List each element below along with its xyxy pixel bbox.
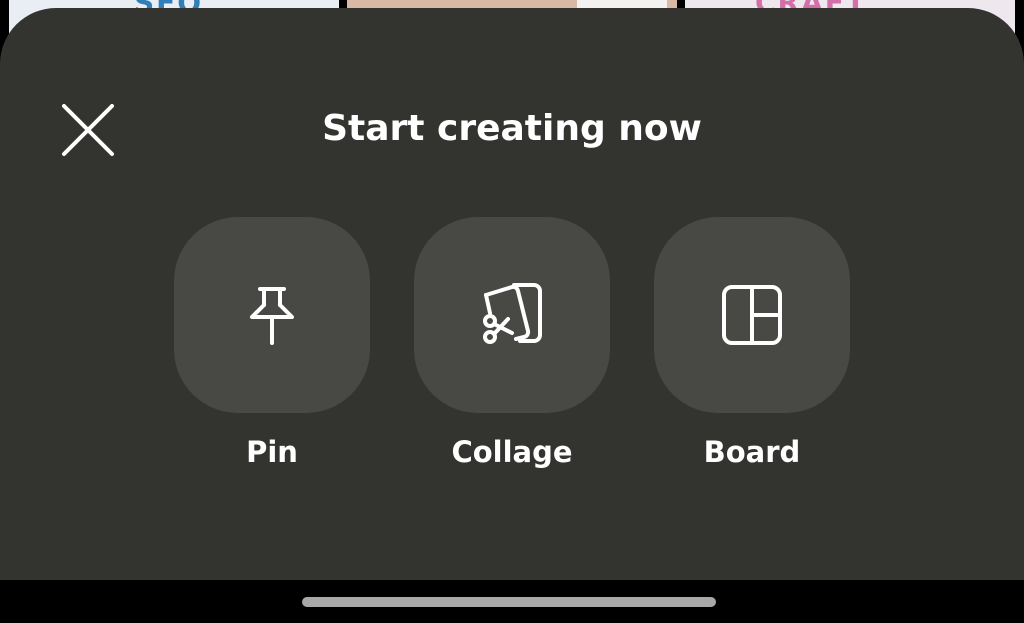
create-board-button[interactable] <box>654 217 850 413</box>
create-pin-button[interactable] <box>174 217 370 413</box>
create-pin-label: Pin <box>246 435 298 469</box>
create-collage-option[interactable]: Collage <box>414 217 610 471</box>
create-pin-option[interactable]: Pin <box>174 217 370 471</box>
collage-scissors-icon <box>483 283 542 344</box>
create-collage-button[interactable] <box>414 217 610 413</box>
create-collage-label: Collage <box>451 435 573 469</box>
pushpin-icon <box>250 287 294 345</box>
sheet-title: Start creating now <box>322 108 702 149</box>
create-board-label: Board <box>703 435 801 469</box>
board-layout-icon <box>722 285 782 345</box>
create-board-option[interactable]: Board <box>654 217 850 471</box>
screen: SEO CRAFT Start creating now Pin <box>0 0 1024 623</box>
home-indicator[interactable] <box>302 597 716 607</box>
